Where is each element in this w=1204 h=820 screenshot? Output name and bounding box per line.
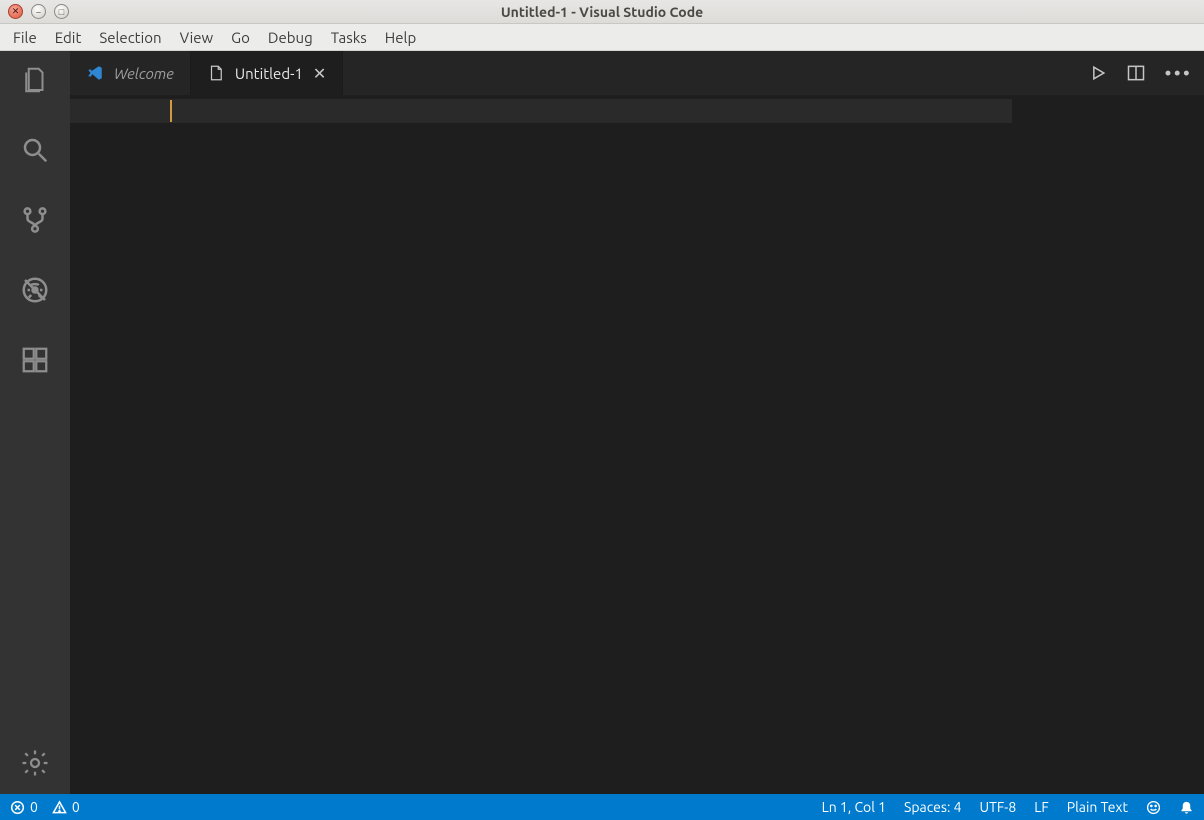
menu-help[interactable]: Help [376, 25, 425, 50]
run-icon[interactable] [1088, 63, 1108, 83]
line-gutter: 1 [70, 95, 170, 794]
activity-bar [0, 51, 70, 794]
menu-edit[interactable]: Edit [46, 25, 91, 50]
status-warnings[interactable]: 0 [52, 799, 80, 815]
explorer-icon[interactable] [18, 63, 52, 97]
search-icon[interactable] [18, 133, 52, 167]
status-bar: 0 0 Ln 1, Col 1 Spaces: 4 UTF-8 LF Plain… [0, 794, 1204, 820]
menubar: File Edit Selection View Go Debug Tasks … [0, 24, 1204, 51]
window-title: Untitled-1 - Visual Studio Code [0, 4, 1204, 20]
os-titlebar: ✕ – □ Untitled-1 - Visual Studio Code [0, 0, 1204, 24]
source-control-icon[interactable] [18, 203, 52, 237]
extensions-icon[interactable] [18, 343, 52, 377]
workbench: Welcome Untitled-1 ✕ ••• [0, 51, 1204, 820]
debug-icon[interactable] [18, 273, 52, 307]
status-language-mode[interactable]: Plain Text [1067, 799, 1128, 815]
code-area[interactable] [170, 95, 1108, 794]
status-warnings-count: 0 [72, 799, 80, 815]
status-errors[interactable]: 0 [10, 799, 38, 815]
split-editor-icon[interactable] [1126, 63, 1146, 83]
settings-gear-icon[interactable] [18, 746, 52, 780]
current-line-gutter-highlight [70, 99, 170, 123]
menu-debug[interactable]: Debug [259, 25, 322, 50]
tab-welcome-label: Welcome [114, 65, 174, 82]
menu-view[interactable]: View [171, 25, 223, 50]
menu-file[interactable]: File [4, 25, 46, 50]
menu-go[interactable]: Go [222, 25, 259, 50]
minimap[interactable] [1108, 95, 1204, 794]
current-line-highlight [170, 99, 1012, 123]
file-icon [207, 64, 225, 82]
tab-bar: Welcome Untitled-1 ✕ ••• [70, 51, 1204, 95]
text-cursor [170, 100, 172, 122]
status-eol[interactable]: LF [1034, 799, 1049, 815]
tab-welcome[interactable]: Welcome [70, 51, 191, 95]
editor-group: Welcome Untitled-1 ✕ ••• [70, 51, 1204, 794]
workbench-center: Welcome Untitled-1 ✕ ••• [0, 51, 1204, 794]
editor-actions: ••• [1088, 51, 1204, 95]
status-errors-count: 0 [30, 799, 38, 815]
feedback-smiley-icon[interactable] [1146, 800, 1161, 815]
tab-untitled-label: Untitled-1 [235, 65, 303, 82]
menu-tasks[interactable]: Tasks [322, 25, 376, 50]
status-line-col[interactable]: Ln 1, Col 1 [822, 799, 886, 815]
tab-close-icon[interactable]: ✕ [313, 64, 326, 83]
notifications-bell-icon[interactable] [1179, 800, 1194, 815]
vscode-logo-icon [86, 64, 104, 82]
tab-untitled-1[interactable]: Untitled-1 ✕ [191, 51, 343, 95]
status-encoding[interactable]: UTF-8 [980, 799, 1017, 815]
status-indentation[interactable]: Spaces: 4 [904, 799, 962, 815]
editor-body[interactable]: 1 [70, 95, 1204, 794]
menu-selection[interactable]: Selection [90, 25, 170, 50]
